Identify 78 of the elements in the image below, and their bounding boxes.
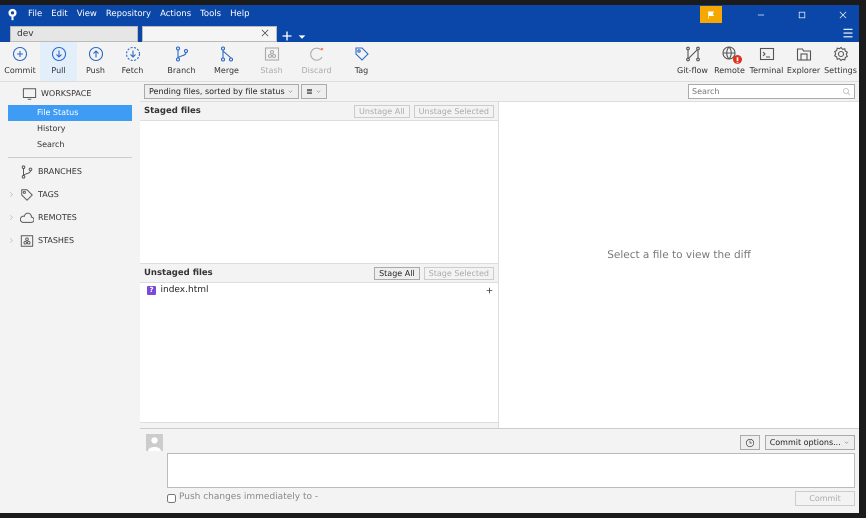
discard-icon xyxy=(308,46,324,62)
pane-title: Staged files xyxy=(144,104,201,118)
pane-button[interactable]: Stage All xyxy=(374,266,420,280)
menu-item[interactable]: View xyxy=(76,8,97,21)
file-name[interactable]: index.html xyxy=(160,284,208,298)
menu-item[interactable]: Repository xyxy=(106,8,152,21)
sidebar-item[interactable]: Search xyxy=(8,137,132,153)
branch-icon xyxy=(20,164,34,178)
toolbar-button[interactable]: Commit xyxy=(0,42,40,81)
toolbar-button[interactable]: Pull xyxy=(40,42,77,81)
toolbar-button[interactable]: Remote xyxy=(711,42,748,81)
sidebar-item[interactable]: History xyxy=(8,121,132,137)
toolbar-button[interactable]: Settings xyxy=(822,42,859,81)
section-title[interactable]: REMOTES xyxy=(38,212,77,224)
terminal-icon xyxy=(758,46,774,62)
menu-item[interactable]: Help xyxy=(230,8,250,21)
section-title[interactable]: TAGS xyxy=(38,188,59,200)
expand-icon xyxy=(8,191,15,198)
menu-icon xyxy=(842,27,854,39)
toolbar-button[interactable]: Terminal xyxy=(748,42,785,81)
fetch-icon xyxy=(124,46,140,62)
add-tab-icon xyxy=(281,30,293,42)
caret-icon xyxy=(315,88,322,95)
history-button[interactable] xyxy=(740,435,760,450)
commit-options-dropdown[interactable]: Commit options... xyxy=(764,435,855,450)
push-label: Push changes immediately to - xyxy=(179,491,318,504)
toolbar-button[interactable]: Tag xyxy=(339,42,384,81)
empty-diff-message: Select a file to view the diff xyxy=(607,248,751,264)
section-title[interactable]: BRANCHES xyxy=(38,166,82,178)
view-dropdown[interactable]: ≣ xyxy=(301,84,328,99)
toolbar-button[interactable]: Explorer xyxy=(785,42,822,81)
expand-icon xyxy=(8,237,15,244)
caret-icon xyxy=(286,88,294,95)
stage-file-icon xyxy=(485,286,494,295)
tag-icon xyxy=(354,46,370,62)
section-title[interactable]: WORKSPACE xyxy=(41,88,92,100)
clock-icon xyxy=(745,438,756,448)
menu-item[interactable]: Actions xyxy=(160,8,192,21)
branch-icon xyxy=(174,46,190,62)
flag-icon xyxy=(706,10,716,20)
search-field[interactable]: Search xyxy=(688,84,855,99)
repo-tab[interactable] xyxy=(142,26,277,42)
sort-dropdown[interactable]: Pending files, sorted by file status xyxy=(144,84,299,99)
maximize-icon xyxy=(797,10,807,20)
commit-icon xyxy=(12,46,28,62)
tab-close-icon xyxy=(260,28,270,38)
toolbar-button[interactable]: Branch xyxy=(159,42,204,81)
section-title[interactable]: STASHES xyxy=(38,234,74,246)
search-icon xyxy=(842,87,851,96)
git-flow-icon xyxy=(684,46,700,62)
settings-icon xyxy=(832,46,848,62)
app-logo xyxy=(6,8,19,21)
stash-icon xyxy=(264,46,280,62)
globe-icon xyxy=(722,46,738,62)
tag-icon xyxy=(20,188,34,202)
avatar-icon xyxy=(146,434,163,451)
expand-icon xyxy=(8,214,15,221)
pane-title: Unstaged files xyxy=(144,266,213,280)
push-checkbox[interactable] xyxy=(167,494,176,502)
merge-icon xyxy=(218,46,234,62)
monitor-icon xyxy=(22,86,37,100)
toolbar-button[interactable]: Push xyxy=(77,42,114,81)
folder-icon xyxy=(796,46,812,62)
close-icon xyxy=(838,10,848,20)
toolbar-button[interactable]: Merge xyxy=(204,42,249,81)
caret-icon xyxy=(843,439,850,446)
cloud-icon xyxy=(20,210,34,224)
pull-icon xyxy=(50,46,66,62)
flag-button[interactable] xyxy=(700,6,722,23)
menu-item[interactable]: Edit xyxy=(51,8,68,21)
menu-item[interactable]: File xyxy=(28,8,42,21)
push-icon xyxy=(88,46,104,62)
toolbar-button[interactable]: Fetch xyxy=(114,42,151,81)
commit-message-field[interactable] xyxy=(167,453,855,488)
repo-tab[interactable]: dev xyxy=(10,26,138,42)
toolbar-button[interactable]: Git-flow xyxy=(674,42,711,81)
menu-item[interactable]: Tools xyxy=(200,8,222,21)
stash-icon xyxy=(20,234,34,248)
